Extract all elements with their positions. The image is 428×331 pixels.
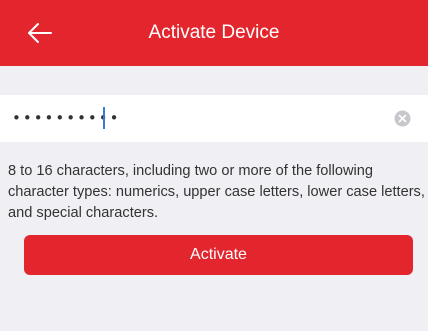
- app-header: Activate Device: [0, 0, 428, 66]
- activate-button[interactable]: Activate: [24, 235, 413, 275]
- password-hint: 8 to 16 characters, including two or mor…: [8, 163, 425, 221]
- clear-circle-icon: [394, 110, 411, 127]
- page-title: Activate Device: [148, 22, 280, 43]
- password-input[interactable]: [12, 101, 372, 135]
- password-row: [0, 95, 428, 142]
- clear-button[interactable]: [394, 110, 411, 127]
- text-caret: [103, 107, 105, 129]
